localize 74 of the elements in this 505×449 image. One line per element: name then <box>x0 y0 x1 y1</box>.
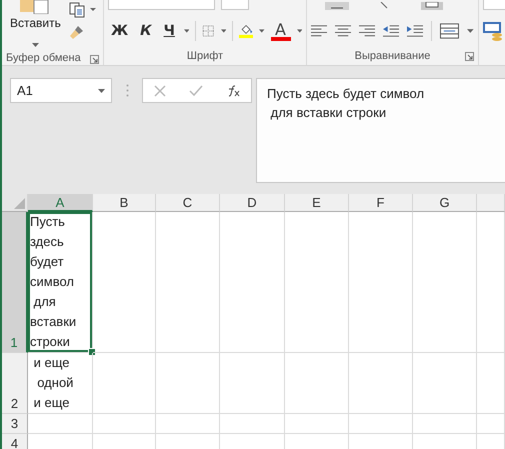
column-header[interactable]: F <box>349 194 413 212</box>
table-cell[interactable] <box>285 414 349 434</box>
column-header[interactable]: A <box>28 194 93 212</box>
font-color-button[interactable]: A <box>270 22 291 40</box>
row-header[interactable]: 3 <box>2 414 28 434</box>
increase-indent-icon[interactable] <box>407 24 424 38</box>
row-header[interactable]: 1 <box>2 212 28 353</box>
name-box[interactable]: A1 <box>10 78 112 103</box>
table-cell[interactable] <box>220 212 285 353</box>
grip-icon <box>126 84 128 97</box>
paste-button[interactable]: Вставить <box>10 0 61 50</box>
column-header[interactable]: D <box>220 194 285 212</box>
select-all-icon[interactable] <box>14 198 25 209</box>
column-header[interactable]: B <box>93 194 156 212</box>
italic-button[interactable]: К <box>137 21 155 41</box>
table-cell[interactable] <box>477 212 505 353</box>
formula-bar[interactable]: Пусть здесь будет символ для вставки строки <box>256 78 505 183</box>
table-cell[interactable] <box>156 212 220 353</box>
caret-icon[interactable] <box>184 29 190 33</box>
caret-icon[interactable] <box>296 29 302 33</box>
wrap-text-icon[interactable] <box>421 2 443 10</box>
table-cell[interactable] <box>349 353 413 414</box>
column-header[interactable]: G <box>413 194 477 212</box>
table-cell[interactable] <box>477 414 505 434</box>
column-header[interactable]: C <box>156 194 220 212</box>
decrease-indent-icon[interactable] <box>383 24 400 38</box>
table-cell[interactable] <box>413 414 477 434</box>
copy-icon[interactable] <box>68 2 97 18</box>
table-cell[interactable] <box>93 212 156 353</box>
table-cell[interactable] <box>285 212 349 353</box>
caret-icon[interactable] <box>98 88 105 92</box>
borders-icon[interactable] <box>202 23 215 39</box>
check-icon[interactable] <box>188 84 203 96</box>
column-header[interactable]: E <box>285 194 349 212</box>
table-cell[interactable] <box>349 414 413 434</box>
align-left-icon[interactable] <box>311 24 328 38</box>
caret-icon[interactable] <box>259 29 265 33</box>
column-header[interactable] <box>477 194 505 212</box>
row-header[interactable]: 4 <box>2 434 28 449</box>
table-cell[interactable]: и еще одной и еще <box>28 353 93 414</box>
align-top-icon[interactable] <box>325 2 349 10</box>
bold-button[interactable]: Ж <box>108 21 132 41</box>
table-cell[interactable] <box>156 414 220 434</box>
caret-icon[interactable] <box>467 29 474 33</box>
table-cell[interactable] <box>413 353 477 414</box>
brush-icon[interactable] <box>68 24 85 40</box>
table-cell[interactable] <box>220 353 285 414</box>
group-label: Буфер обмена <box>6 52 81 64</box>
table-cell[interactable] <box>285 353 349 414</box>
table-cell[interactable] <box>349 212 413 353</box>
table-cell[interactable] <box>28 414 93 434</box>
format-icon[interactable] <box>483 21 503 41</box>
cell-reference: A1 <box>17 83 33 98</box>
align-center-icon[interactable] <box>335 24 352 38</box>
group-label: Выравнивание <box>354 50 430 62</box>
dialog-launcher-icon[interactable] <box>90 55 99 64</box>
group-label: Шрифт <box>186 50 224 62</box>
table-cell[interactable] <box>477 353 505 414</box>
table-cell[interactable] <box>413 212 477 353</box>
caret-icon[interactable] <box>220 29 226 33</box>
caret-icon[interactable] <box>32 43 39 47</box>
table-cell[interactable] <box>220 414 285 434</box>
merge-cells-icon[interactable] <box>440 23 460 39</box>
align-right-icon[interactable] <box>359 24 376 38</box>
row-header[interactable]: 2 <box>2 353 28 414</box>
dialog-launcher-icon[interactable] <box>465 52 474 61</box>
fill-handle[interactable] <box>88 348 96 356</box>
underline-button[interactable]: Ч <box>160 21 178 41</box>
cancel-icon[interactable] <box>154 84 166 96</box>
table-cell[interactable] <box>156 353 220 414</box>
table-cell[interactable] <box>93 353 156 414</box>
table-cell[interactable] <box>93 414 156 434</box>
font-size-field[interactable] <box>221 0 249 10</box>
font-name-field[interactable] <box>108 0 215 10</box>
